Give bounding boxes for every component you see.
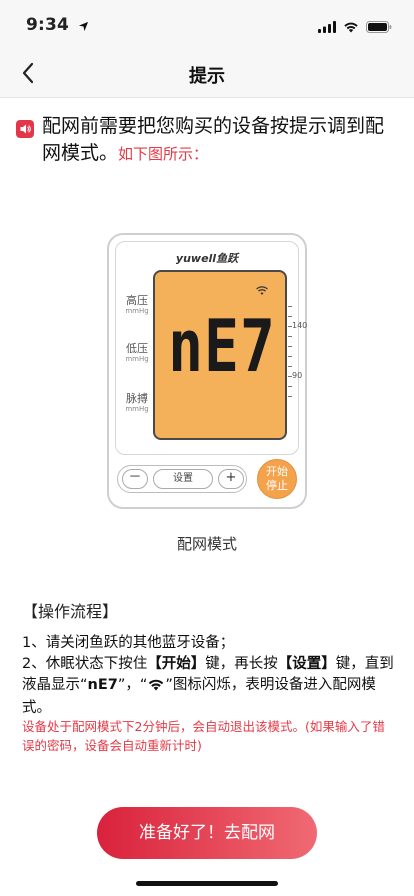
battery-icon bbox=[366, 18, 392, 37]
label-pulse: 脉搏 mmHg bbox=[125, 392, 149, 413]
label-diastolic: 低压 mmHg bbox=[125, 342, 149, 363]
timeout-warning: 设备处于配网模式下2分钟后，会自动退出该模式。(如果输入了错误的密码，设备会自动… bbox=[22, 719, 385, 753]
device-plus-button: + bbox=[218, 469, 244, 489]
page-title: 提示 bbox=[189, 66, 225, 87]
step-1: 1、请关闭鱼跃的其他蓝牙设备； bbox=[22, 635, 235, 651]
lcd-screen: nE7 bbox=[153, 270, 287, 440]
intro-hint-text: 如下图所示： bbox=[118, 145, 209, 163]
speaker-icon bbox=[16, 120, 34, 138]
scale-label-90: 90 bbox=[292, 371, 303, 380]
intro-main-text: 配网前需要把您购买的设备按提示调到配网模式。 bbox=[42, 115, 385, 164]
device-set-button: 设置 bbox=[153, 469, 213, 489]
device-brand: yuwell鱼跃 bbox=[175, 252, 239, 265]
device-button-group: － 设置 + bbox=[117, 465, 247, 493]
device-start-stop-button: 开始 停止 bbox=[257, 459, 297, 499]
device-minus-button: － bbox=[122, 469, 148, 489]
illustration-caption: 配网模式 bbox=[176, 535, 237, 553]
go-pair-button[interactable]: 准备好了！去配网 bbox=[97, 807, 317, 859]
home-indicator bbox=[136, 881, 278, 886]
signal-icon bbox=[318, 18, 336, 37]
wifi-icon bbox=[147, 677, 165, 698]
procedure-steps: 1、请关闭鱼跃的其他蓝牙设备； 2、休眠状态下按住【开始】键，再长按【设置】键，… bbox=[22, 633, 394, 719]
location-arrow-icon bbox=[78, 17, 89, 36]
intro-message: 配网前需要把您购买的设备按提示调到配网模式。如下图所示： bbox=[16, 113, 400, 168]
status-icons bbox=[318, 18, 392, 37]
status-time: 9:34 bbox=[26, 15, 70, 35]
procedure-title: 【操作流程】 bbox=[22, 602, 119, 621]
status-bar: 9:34 bbox=[0, 0, 414, 48]
step-2: 2、休眠状态下按住【开始】键，再长按【设置】键，直到液晶显示“nE7”，“ ”图标… bbox=[22, 656, 394, 716]
pressure-scale: 140 90 bbox=[288, 306, 310, 406]
wifi-icon bbox=[255, 281, 269, 300]
nav-bar: 提示 bbox=[0, 48, 414, 98]
scale-label-140: 140 bbox=[292, 321, 308, 330]
lcd-display-code: nE7 bbox=[168, 303, 276, 389]
blood-pressure-monitor-illustration: yuwell鱼跃 高压 mmHg 低压 mmHg 脉搏 mmHg nE7 140… bbox=[107, 233, 307, 509]
label-systolic: 高压 mmHg bbox=[125, 294, 149, 315]
device-face: yuwell鱼跃 高压 mmHg 低压 mmHg 脉搏 mmHg nE7 140… bbox=[115, 241, 307, 455]
wifi-status-icon bbox=[343, 18, 359, 37]
